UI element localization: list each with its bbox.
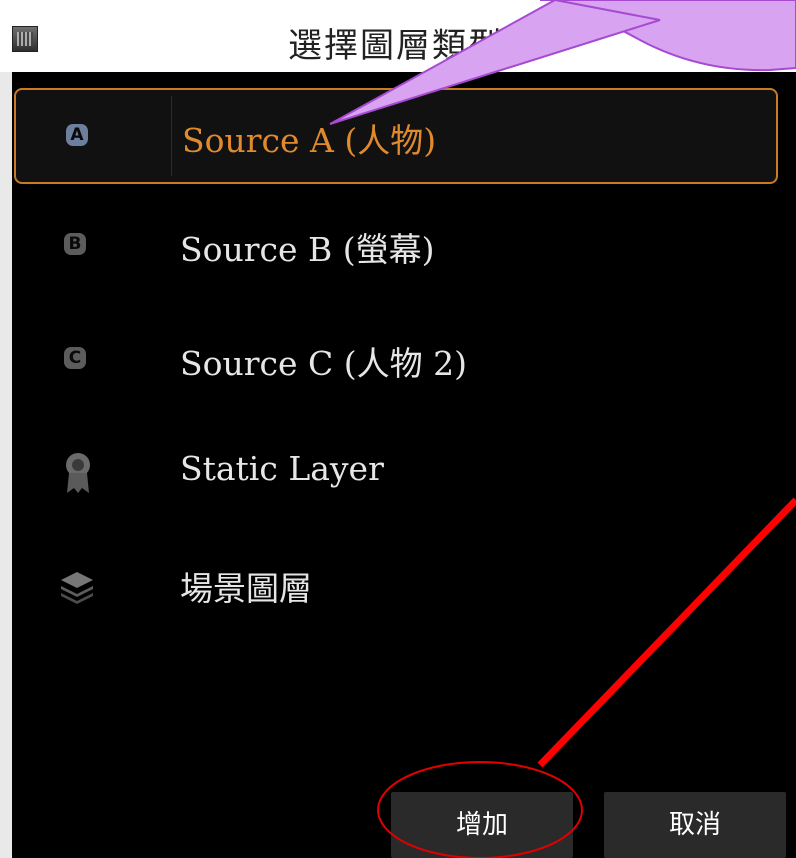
badge-b-icon: B — [64, 233, 90, 257]
badge-a-icon: A — [66, 124, 92, 148]
layer-option-source-c[interactable]: C Source C (人物 2) — [14, 313, 778, 409]
app-icon — [12, 26, 38, 52]
layer-option-label: Source C (人物 2) — [180, 344, 467, 383]
cancel-button[interactable]: 取消 — [604, 792, 786, 858]
layer-option-label: 場景圖層 — [180, 569, 312, 608]
title-bar: 選擇圖層類型 — [0, 0, 796, 72]
layer-option-scene-layer[interactable]: 場景圖層 — [14, 538, 778, 634]
layer-option-static-layer[interactable]: Static Layer — [14, 425, 778, 521]
layers-icon — [58, 566, 96, 604]
layer-option-source-a[interactable]: A Source A (人物) — [14, 88, 778, 184]
ribbon-icon — [62, 451, 94, 495]
layer-option-source-b[interactable]: B Source B (螢幕) — [14, 199, 778, 295]
layer-option-label: Static Layer — [180, 449, 384, 488]
badge-c-icon: C — [64, 347, 90, 371]
layer-option-label: Source B (螢幕) — [180, 230, 435, 269]
divider — [171, 96, 172, 176]
layer-option-label: Source A (人物) — [182, 121, 437, 160]
dialog-title: 選擇圖層類型 — [288, 26, 504, 66]
add-button[interactable]: 增加 — [391, 792, 573, 858]
